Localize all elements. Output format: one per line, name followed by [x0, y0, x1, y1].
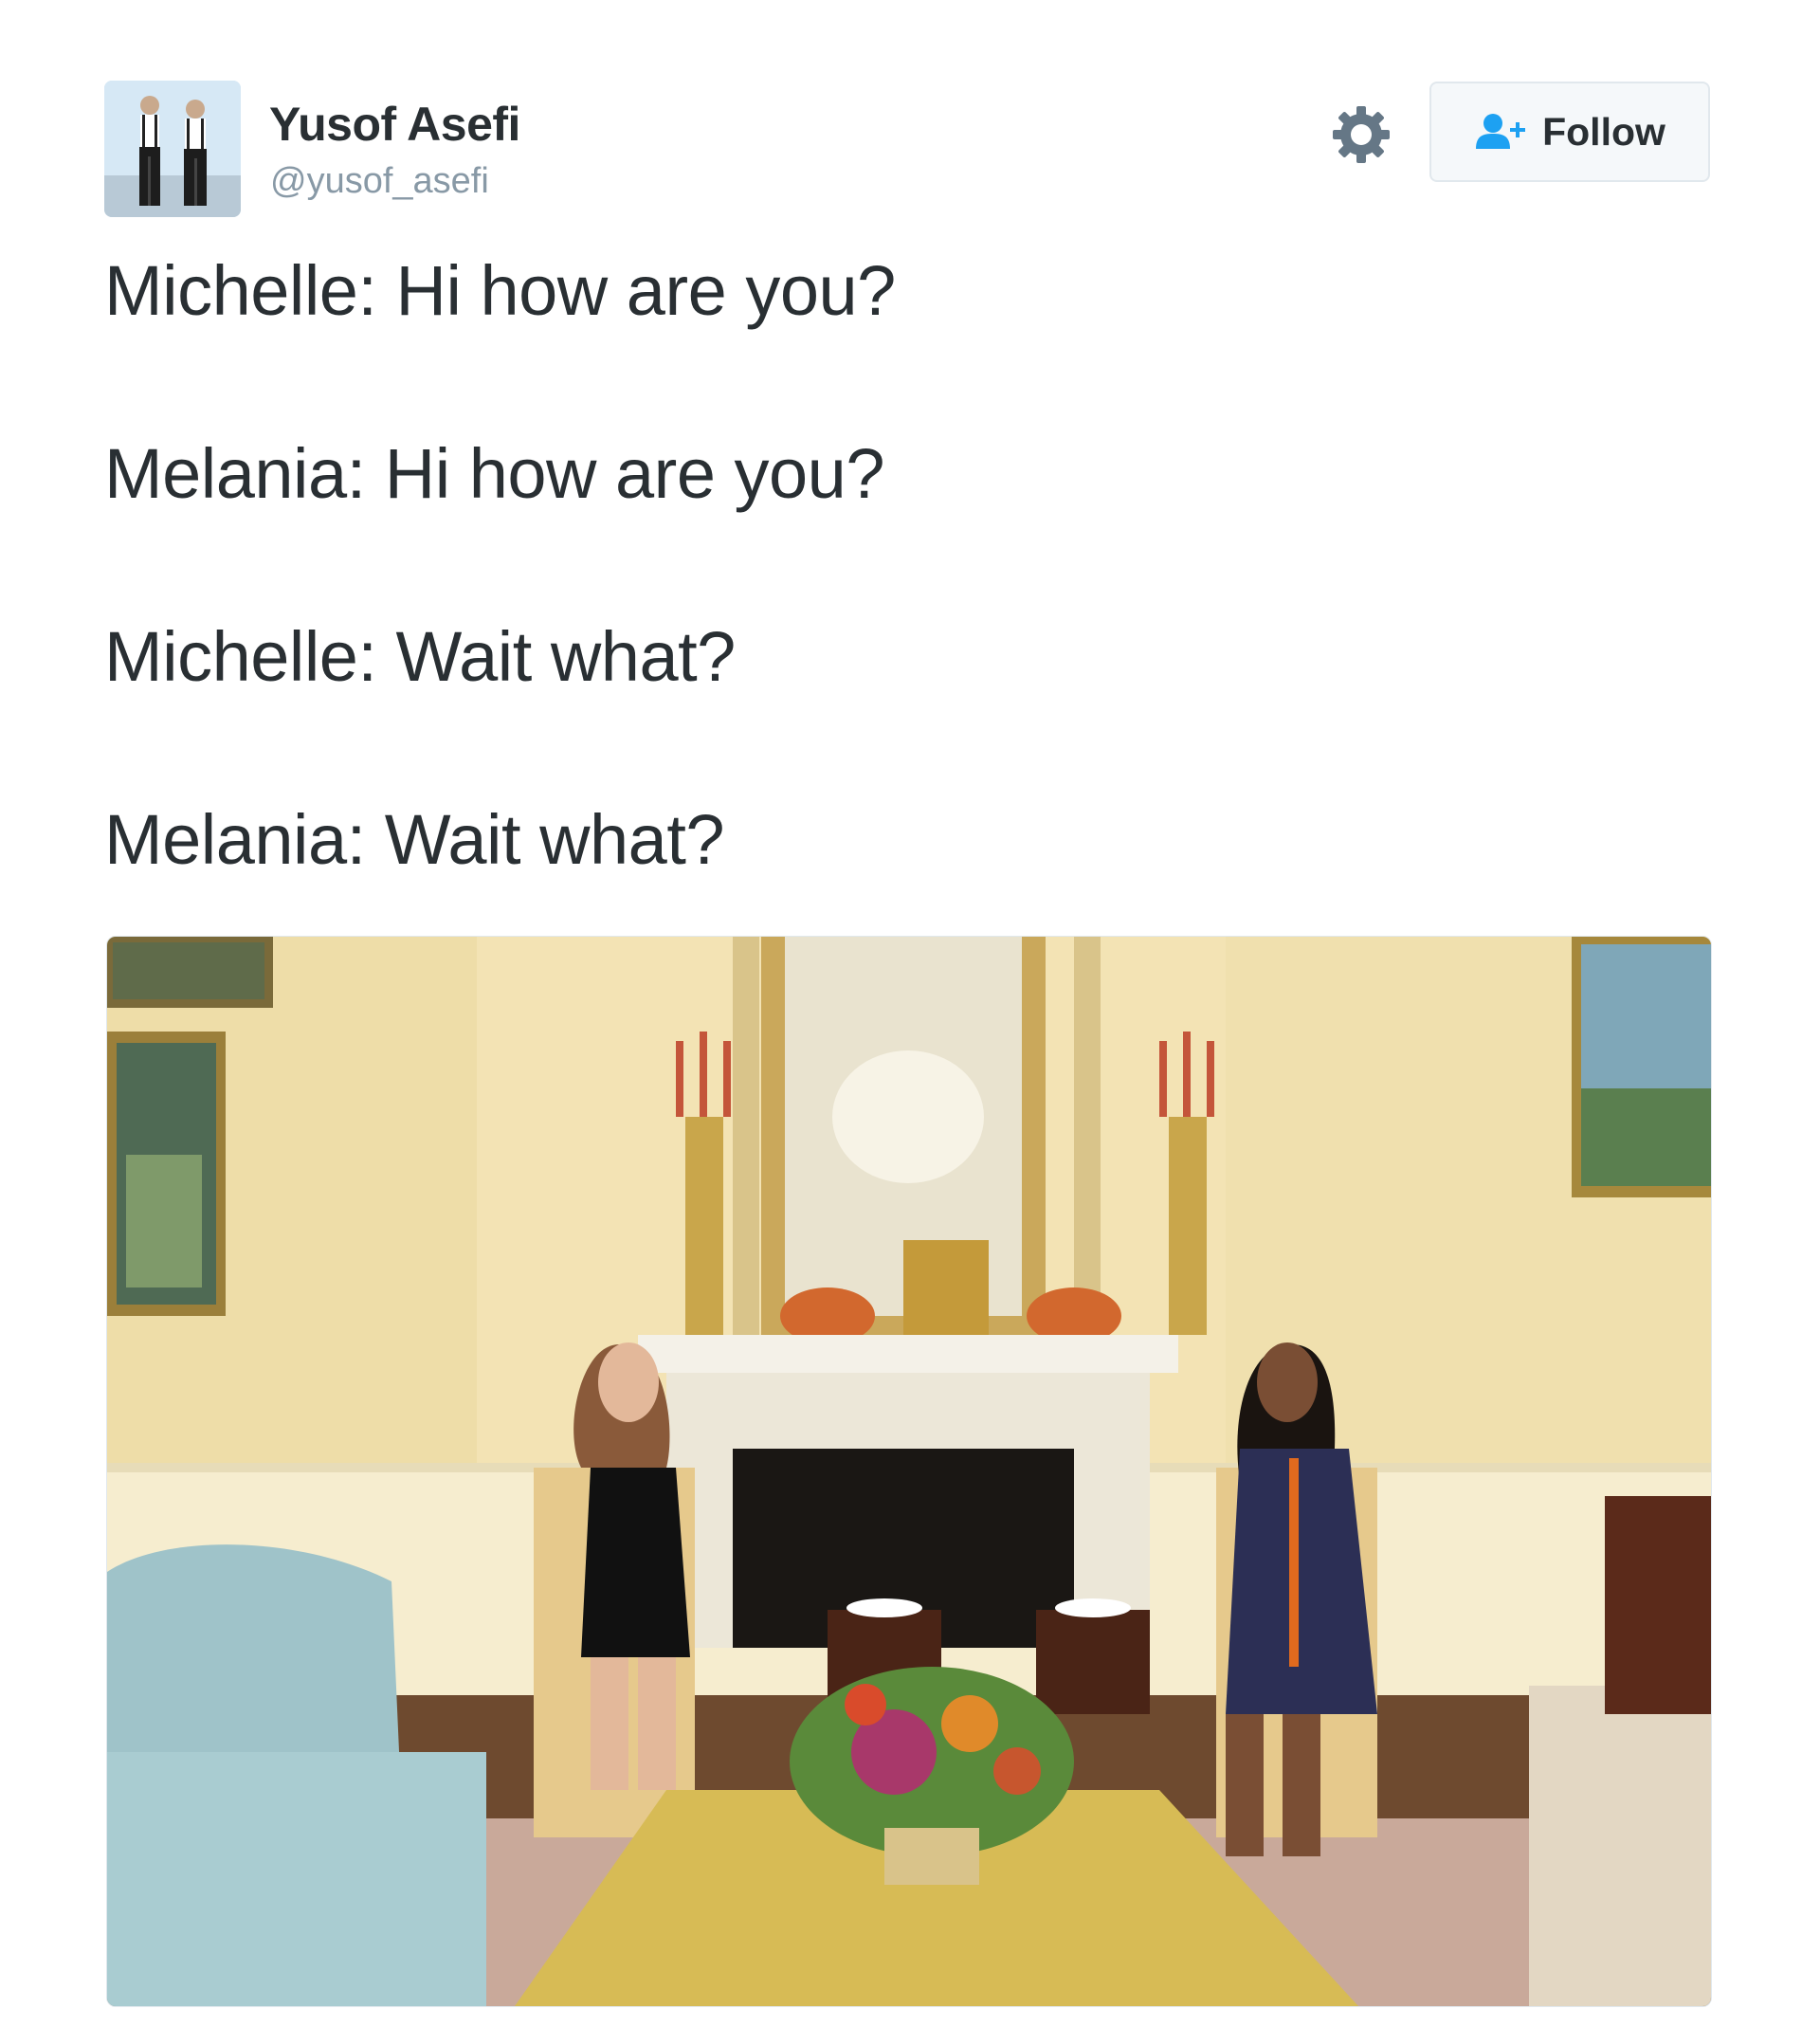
tweet-text: Michelle: Hi how are you? Melania: Hi ho…	[104, 256, 1716, 988]
tweet-line: Melania: Hi how are you?	[104, 434, 885, 513]
user-handle[interactable]: @yusof_asefi	[270, 161, 489, 202]
avatar[interactable]	[104, 81, 241, 217]
avatar-image	[104, 81, 241, 217]
tweet-photo[interactable]	[106, 936, 1712, 2007]
tweet-card: Yusof Asefi @yusof_asefi Follow Michelle…	[0, 0, 1820, 2027]
follow-label: Follow	[1542, 109, 1665, 154]
tweet-line: Michelle: Hi how are you?	[104, 251, 896, 330]
tweet-line: Michelle: Wait what?	[104, 617, 736, 696]
follow-button[interactable]: Follow	[1429, 82, 1710, 182]
gear-icon[interactable]	[1331, 104, 1392, 165]
add-person-icon	[1476, 114, 1526, 149]
room-photo	[107, 937, 1711, 2006]
user-name[interactable]: Yusof Asefi	[269, 97, 520, 152]
tweet-line: Melania: Wait what?	[104, 800, 725, 879]
